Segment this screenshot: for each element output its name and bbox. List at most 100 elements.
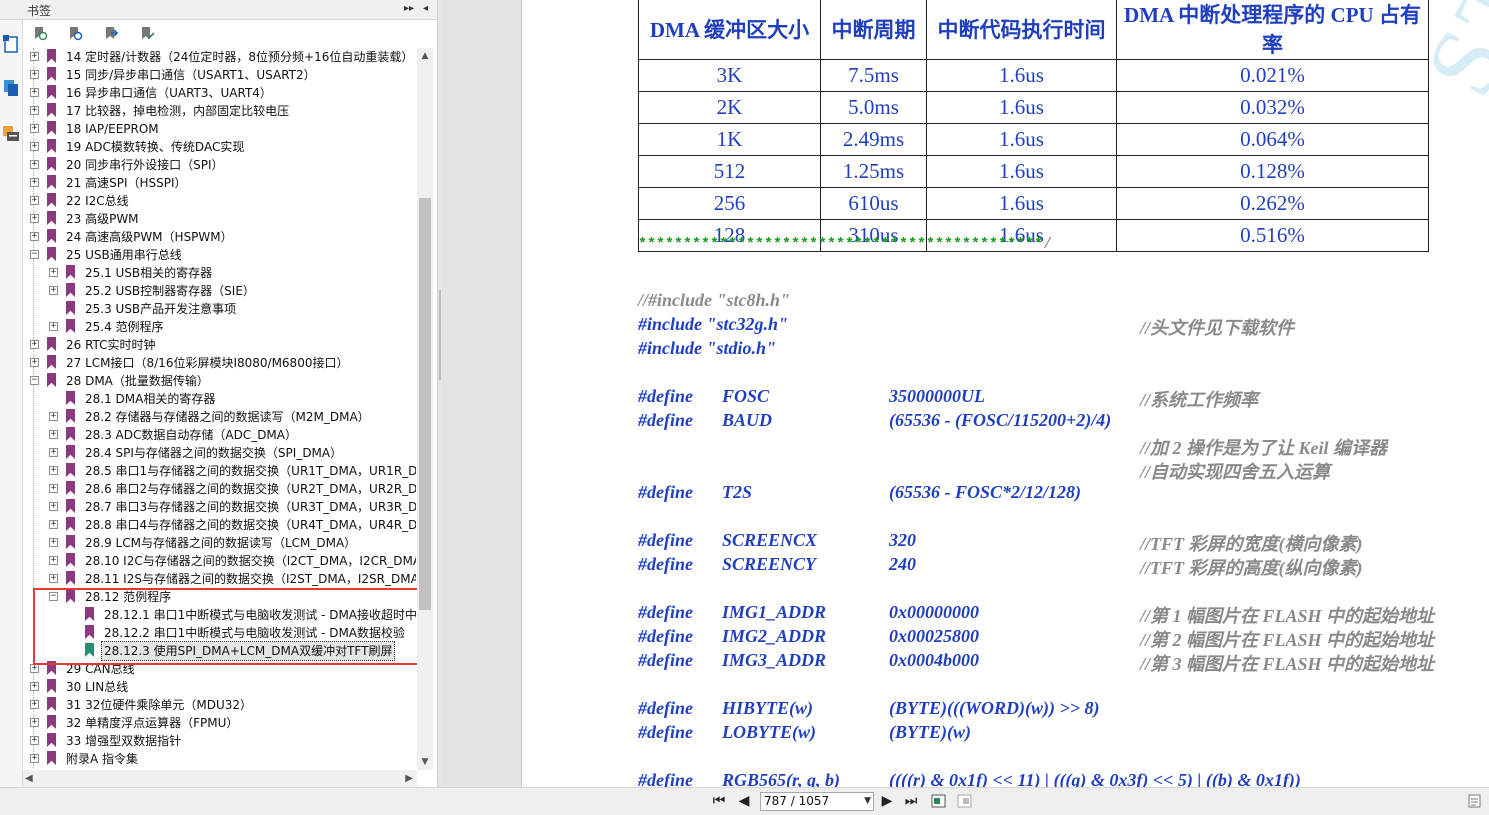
bookmark-item[interactable]: 28.1 DMA相关的寄存器 — [23, 390, 416, 408]
expand-toggle-icon[interactable]: + — [49, 538, 58, 547]
bookmark-item[interactable]: +28.2 存储器与存储器之间的数据读写（M2M_DMA） — [23, 408, 416, 426]
tree-horizontal-scrollbar[interactable]: ◀ ▶ — [23, 770, 417, 787]
code-identifier: IMG1_ADDR — [722, 602, 827, 622]
expand-toggle-icon[interactable]: + — [49, 466, 58, 475]
page-number-field[interactable]: 787 / 1057 ▼ — [760, 792, 874, 811]
scroll-right-icon[interactable]: ▶ — [405, 770, 413, 787]
collapse-bookmark-icon[interactable] — [67, 25, 83, 41]
bookmark-item[interactable]: +32 单精度浮点运算器（FPMU） — [23, 714, 416, 732]
collapse-toggle-icon[interactable]: − — [30, 250, 39, 259]
expand-toggle-icon[interactable]: + — [30, 664, 39, 673]
bookmark-item[interactable]: +27 LCM接口（8/16位彩屏模块I8080/M6800接口） — [23, 354, 416, 372]
bookmark-item[interactable]: +22 I2C总线 — [23, 192, 416, 210]
expand-bookmark-icon[interactable] — [32, 25, 48, 41]
bookmark-item[interactable]: +25.1 USB相关的寄存器 — [23, 264, 416, 282]
expand-toggle-icon[interactable]: + — [30, 196, 39, 205]
expand-toggle-icon[interactable]: + — [49, 412, 58, 421]
bookmark-item[interactable]: +17 比较器，掉电检测，内部固定比较电压 — [23, 102, 416, 120]
panel-collapse-button[interactable]: ◂ — [423, 3, 428, 14]
chevron-down-icon[interactable]: ▼ — [864, 793, 871, 810]
scroll-down-icon[interactable]: ▼ — [417, 754, 433, 770]
bookmark-item[interactable]: +28.5 串口1与存储器之间的数据交换（UR1T_DMA，UR1R_DMA） — [23, 462, 416, 480]
expand-toggle-icon[interactable]: + — [49, 484, 58, 493]
bookmark-item[interactable]: +31 32位硬件乘除单元（MDU32） — [23, 696, 416, 714]
expand-toggle-icon[interactable]: + — [49, 430, 58, 439]
panel-expand-button[interactable]: ▸▸ — [404, 3, 414, 14]
bookmark-icon — [66, 499, 75, 513]
bookmark-item[interactable]: +14 定时器/计数器（24位定时器，8位预分频+16位自动重装载） — [23, 48, 416, 66]
expand-toggle-icon[interactable]: + — [30, 682, 39, 691]
expand-toggle-icon[interactable]: + — [30, 340, 39, 349]
expand-toggle-icon[interactable]: + — [30, 718, 39, 727]
collapse-toggle-icon[interactable]: − — [30, 376, 39, 385]
expand-toggle-icon[interactable]: + — [49, 520, 58, 529]
next-page-icon[interactable]: ▶ — [878, 792, 896, 810]
bookmark-item[interactable]: + 附录A 指令集 — [23, 750, 416, 768]
next-view-icon[interactable] — [956, 793, 973, 809]
expand-toggle-icon[interactable]: + — [49, 502, 58, 511]
expand-toggle-icon[interactable]: + — [49, 448, 58, 457]
bookmark-item[interactable]: +15 同步/异步串口通信（USART1、USART2） — [23, 66, 416, 84]
expand-toggle-icon[interactable]: + — [30, 358, 39, 367]
bookmark-properties-icon[interactable] — [139, 25, 155, 41]
page-options-icon[interactable] — [1466, 793, 1483, 809]
annotations-icon[interactable] — [2, 124, 20, 144]
bookmark-item[interactable]: +28.9 LCM与存储器之间的数据读写（LCM_DMA） — [23, 534, 416, 552]
bookmark-item[interactable]: − 25 USB通用串行总线 — [23, 246, 416, 264]
bookmark-item[interactable]: +25.4 范例程序 — [23, 318, 416, 336]
expand-toggle-icon[interactable]: + — [30, 52, 39, 61]
prev-page-icon[interactable]: ◀ — [735, 792, 753, 810]
bookmark-item[interactable]: +21 高速SPI（HSSPI） — [23, 174, 416, 192]
bookmark-item[interactable]: − 28 DMA（批量数据传输） — [23, 372, 416, 390]
bookmark-item[interactable]: +28.4 SPI与存储器之间的数据交换（SPI_DMA） — [23, 444, 416, 462]
expand-toggle-icon[interactable]: + — [30, 754, 39, 763]
scroll-thumb[interactable] — [419, 198, 431, 610]
bookmark-item[interactable]: +28.10 I2C与存储器之间的数据交换（I2CT_DMA，I2CR_DMA） — [23, 552, 416, 570]
pages-icon[interactable] — [2, 34, 20, 54]
bookmark-item[interactable]: +28.3 ADC数据自动存储（ADC_DMA） — [23, 426, 416, 444]
bookmark-item[interactable]: +33 增强型双数据指针 — [23, 732, 416, 750]
bookmark-item[interactable]: +24 高速高级PWM（HSPWM） — [23, 228, 416, 246]
expand-toggle-icon[interactable]: + — [49, 322, 58, 331]
expand-toggle-icon[interactable]: + — [30, 178, 39, 187]
bookmark-item[interactable]: 25.3 USB产品开发注意事项 — [23, 300, 416, 318]
bookmark-item[interactable]: +28.8 串口4与存储器之间的数据交换（UR4T_DMA，UR4R_DMA） — [23, 516, 416, 534]
scroll-left-icon[interactable]: ◀ — [25, 770, 33, 787]
go-to-bookmark-icon[interactable] — [103, 25, 119, 41]
expand-toggle-icon[interactable]: + — [30, 160, 39, 169]
expand-toggle-icon[interactable]: + — [30, 70, 39, 79]
expand-toggle-icon[interactable]: + — [30, 124, 39, 133]
bookmark-item[interactable]: +23 高级PWM — [23, 210, 416, 228]
bookmark-icon — [66, 463, 75, 477]
bookmark-item[interactable]: +25.2 USB控制器寄存器（SIE） — [23, 282, 416, 300]
bookmark-item[interactable]: +19 ADC模数转换、传统DAC实现 — [23, 138, 416, 156]
tree-vertical-scrollbar[interactable]: ▲ ▼ — [417, 48, 433, 770]
bookmark-item[interactable]: +28.11 I2S与存储器之间的数据交换（I2ST_DMA，I2SR_DMA） — [23, 570, 416, 588]
expand-toggle-icon[interactable]: + — [30, 736, 39, 745]
bookmark-item[interactable]: +28.6 串口2与存储器之间的数据交换（UR2T_DMA，UR2R_DMA） — [23, 480, 416, 498]
expand-toggle-icon[interactable]: + — [30, 214, 39, 223]
expand-toggle-icon[interactable]: + — [49, 268, 58, 277]
layers-icon[interactable] — [2, 78, 20, 98]
expand-toggle-icon[interactable]: + — [49, 286, 58, 295]
bookmark-item[interactable]: +16 异步串口通信（UART3、UART4） — [23, 84, 416, 102]
expand-toggle-icon[interactable]: + — [30, 232, 39, 241]
expand-toggle-icon[interactable]: + — [49, 574, 58, 583]
previous-view-icon[interactable] — [930, 793, 947, 809]
first-page-icon[interactable]: ⏮ — [710, 792, 728, 810]
splitter-grip[interactable] — [439, 290, 441, 380]
expand-toggle-icon[interactable]: + — [30, 88, 39, 97]
last-page-icon[interactable]: ⏭ — [902, 792, 920, 810]
bookmark-item[interactable]: +26 RTC实时时钟 — [23, 336, 416, 354]
bookmark-item[interactable]: +30 LIN总线 — [23, 678, 416, 696]
bookmark-item[interactable]: +18 IAP/EEPROM — [23, 120, 416, 138]
bookmark-item[interactable]: +20 同步串行外设接口（SPI） — [23, 156, 416, 174]
code-identifier: SCREENCY — [722, 554, 817, 574]
expand-toggle-icon[interactable]: + — [30, 142, 39, 151]
scroll-up-icon[interactable]: ▲ — [417, 48, 433, 64]
expand-toggle-icon[interactable]: + — [49, 556, 58, 565]
highlight-annotation-box — [33, 588, 433, 665]
expand-toggle-icon[interactable]: + — [30, 106, 39, 115]
expand-toggle-icon[interactable]: + — [30, 700, 39, 709]
bookmark-item[interactable]: +28.7 串口3与存储器之间的数据交换（UR3T_DMA，UR3R_DMA） — [23, 498, 416, 516]
